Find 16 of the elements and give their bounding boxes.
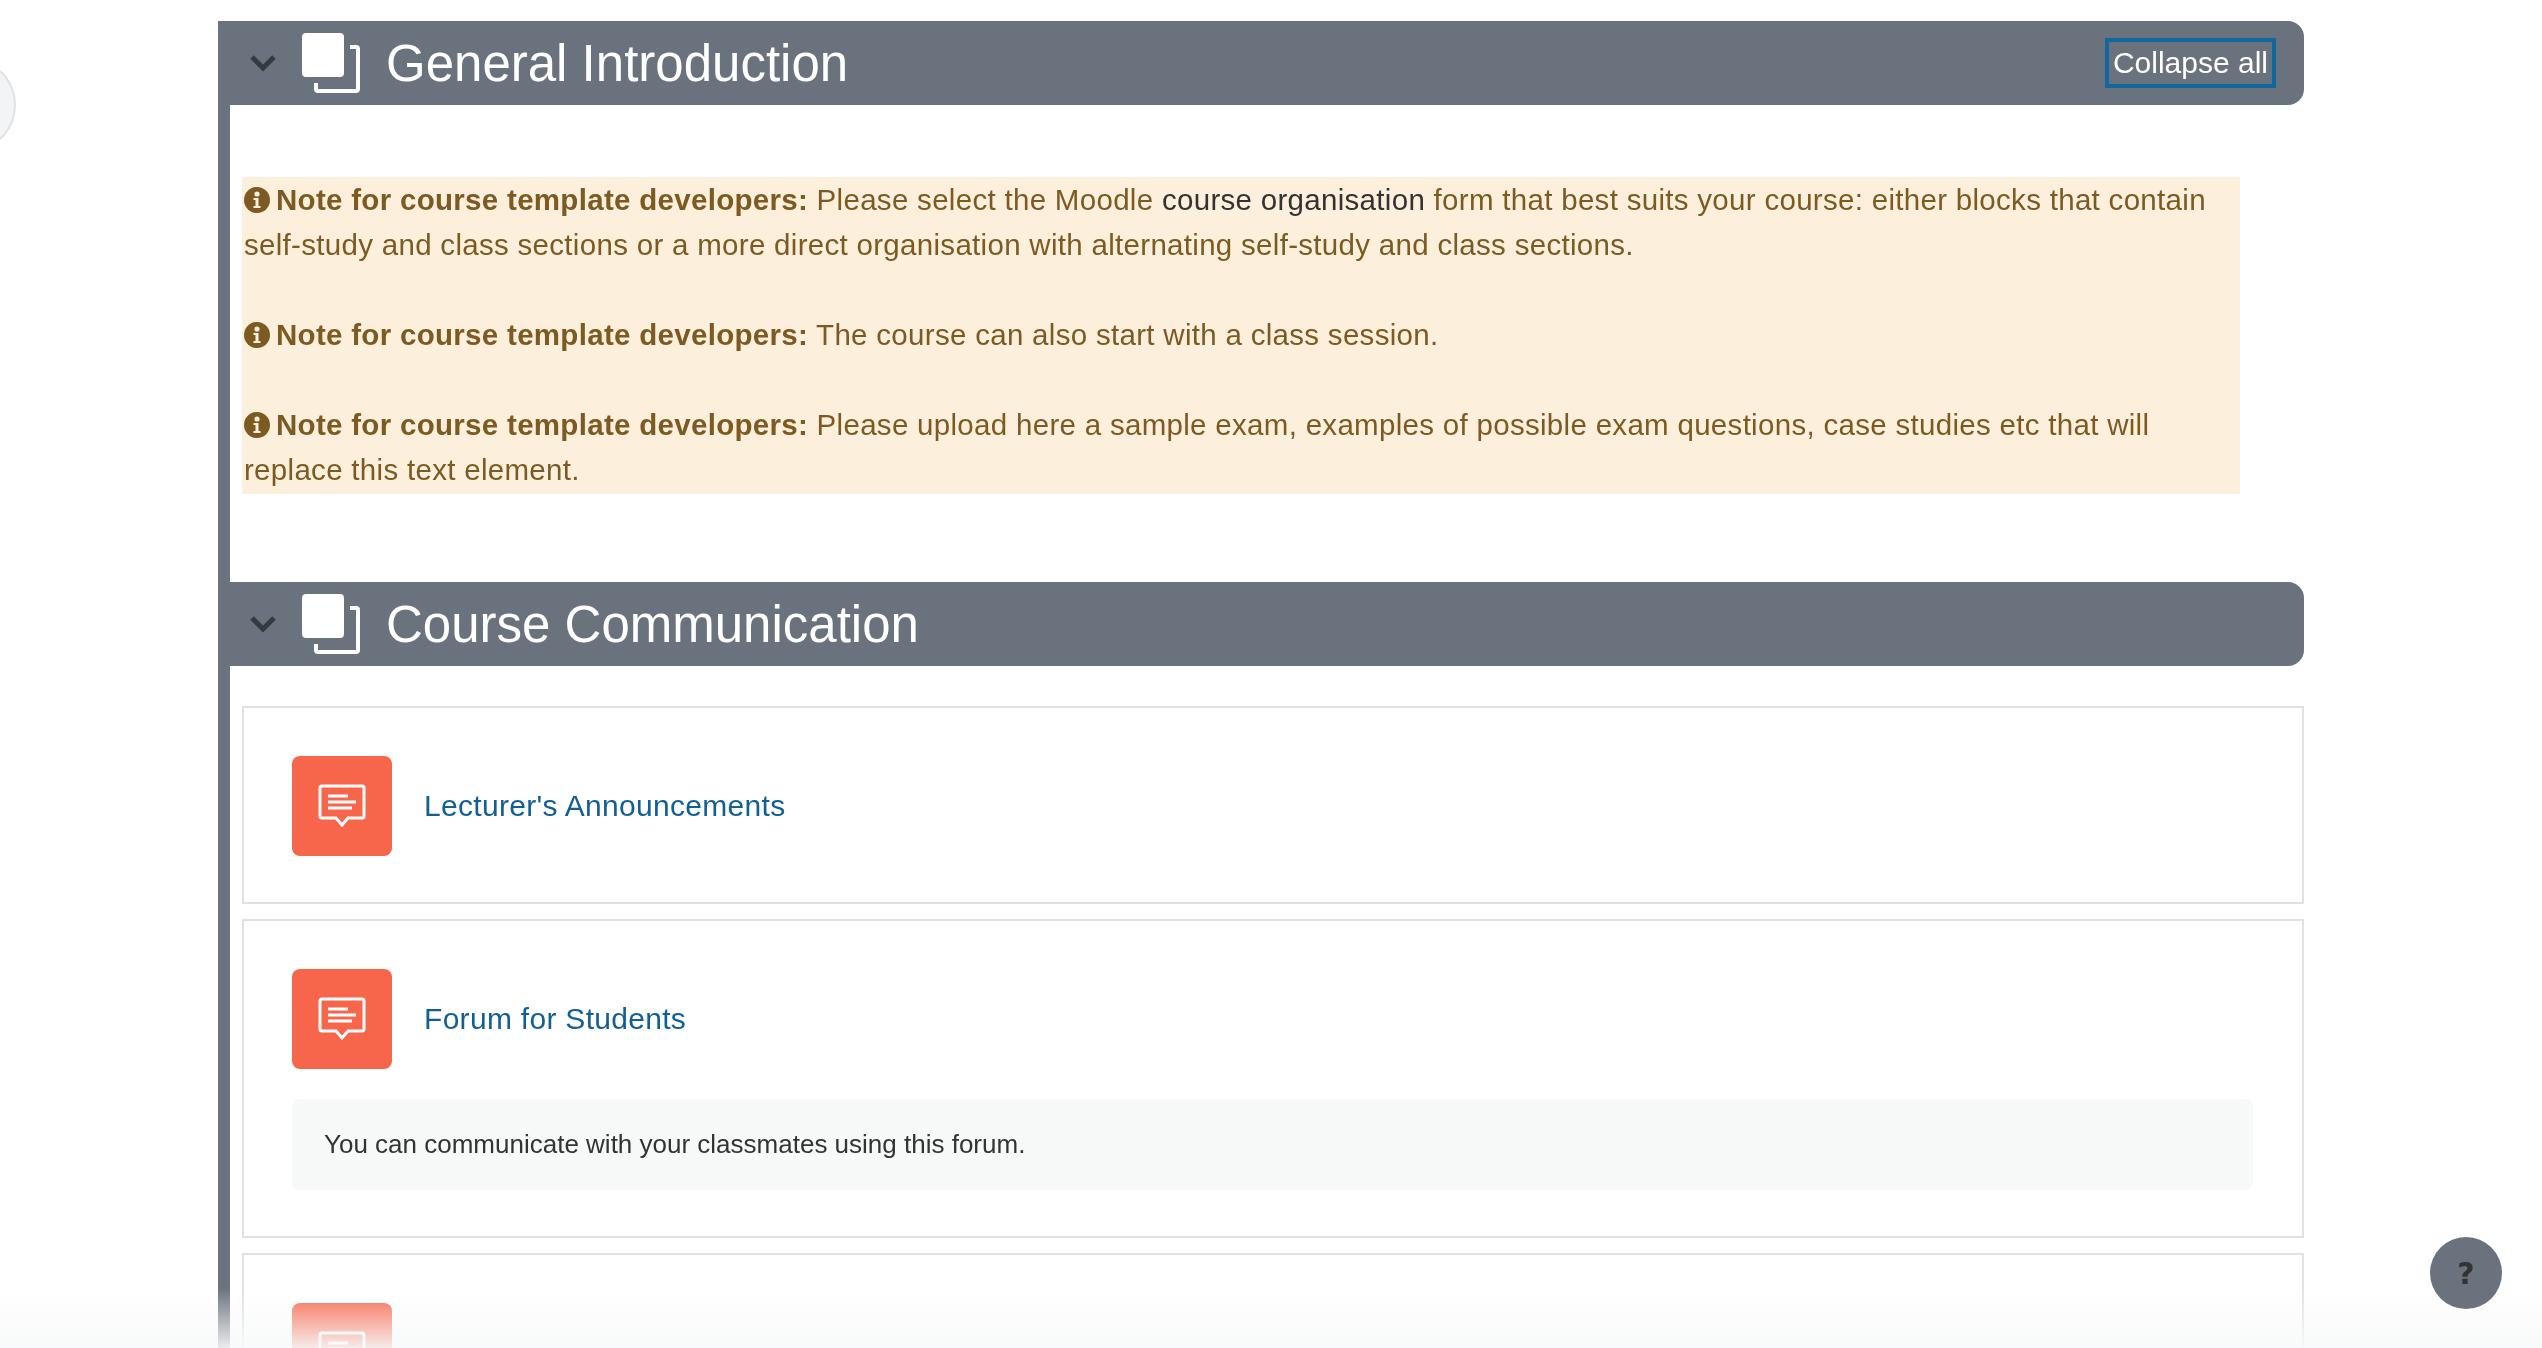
chevron-icon[interactable] [248, 613, 278, 635]
forum-icon [292, 969, 392, 1069]
note-text: Note for course template developers: Please select the Moodle course organisation form that best suits your course: either blocks that contain self-study and class sections or a more direct organisation with alternating self-study and class sections. [243, 182, 2207, 263]
note-text: Note for course template developers: The course can also start with a class session. [242, 312, 2240, 357]
activity-link[interactable]: Lecturer's Announcements [424, 789, 786, 823]
section-icon [302, 33, 360, 93]
activity-description: You can communicate with your classmates using this forum. [292, 1099, 2253, 1190]
section-title: Course Communication [386, 594, 920, 654]
chevron-icon[interactable] [248, 52, 278, 74]
collapse-all-button[interactable]: Collapse all [2104, 38, 2276, 88]
note-text: Note for course template developers: Please upload here a sample exam, examples of possible exam questions, case studies etc that will replace this text element. [243, 407, 2151, 488]
organisation-link[interactable]: course organisation [1161, 183, 1426, 216]
activity-link[interactable]: Forum for Students [424, 1002, 687, 1036]
section-title: General Introduction [386, 33, 850, 93]
section-icon [302, 594, 360, 654]
forum-icon [292, 756, 392, 856]
